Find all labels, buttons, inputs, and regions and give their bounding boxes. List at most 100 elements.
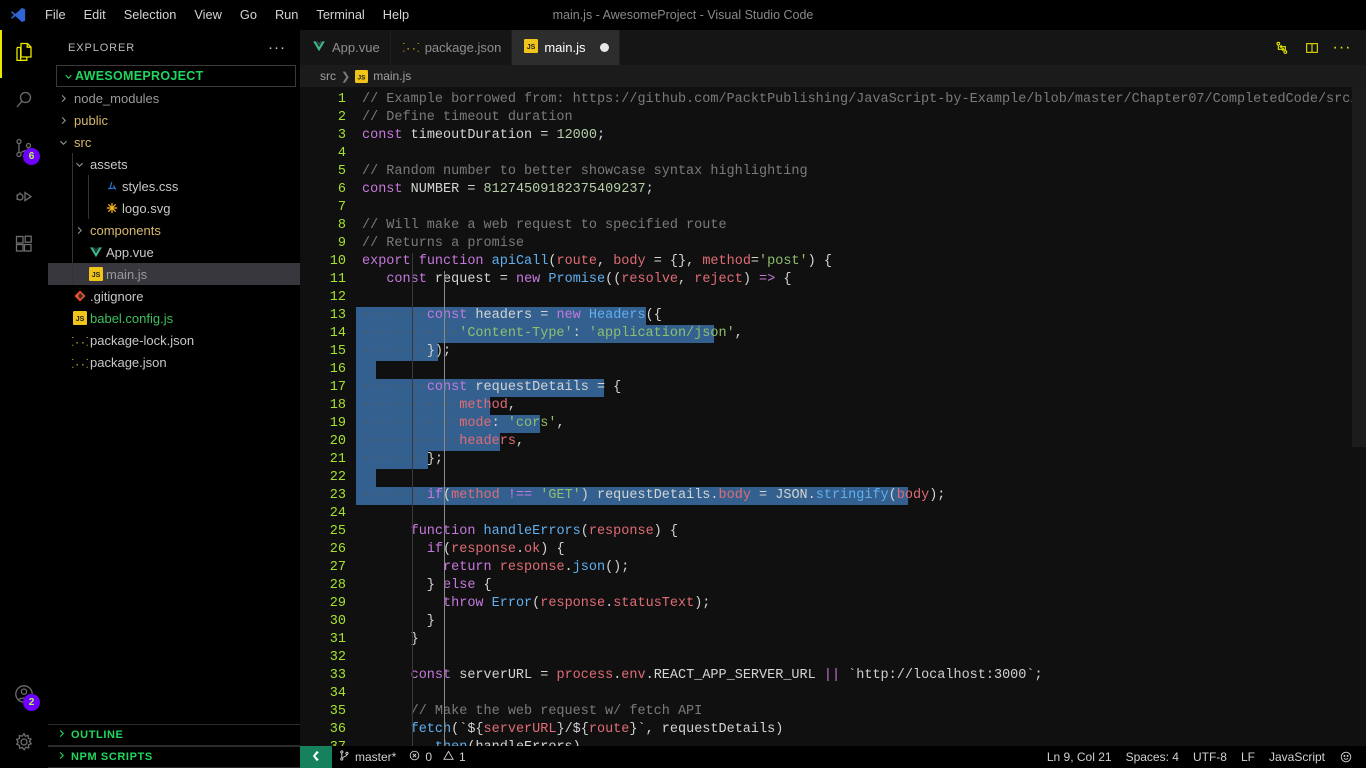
activity-extensions[interactable]	[0, 222, 48, 270]
menu-bar[interactable]: File Edit Selection View Go Run Terminal…	[36, 0, 418, 30]
line-number: 34	[329, 686, 346, 701]
tree-item-node-modules[interactable]: node_modules	[48, 87, 300, 109]
search-icon	[12, 88, 36, 117]
tab-dirty-indicator[interactable]	[599, 43, 609, 52]
code-token: };	[426, 452, 444, 467]
menu-run[interactable]: Run	[266, 0, 307, 30]
code-token: json	[572, 560, 606, 575]
editor-vertical-scrollbar[interactable]	[1352, 87, 1366, 447]
section-npm-scripts[interactable]: NPM SCRIPTS	[48, 746, 300, 768]
tree-item--gitignore[interactable]: .gitignore	[48, 285, 300, 307]
code-line: return response.json();	[356, 559, 1366, 577]
code-token: 'Content-Type'	[459, 326, 573, 341]
line-number: 21	[329, 452, 346, 467]
explorer-root-folder[interactable]: AWESOMEPROJECT	[56, 65, 296, 87]
tree-item-components[interactable]: components	[48, 219, 300, 241]
code-token: ········	[362, 380, 427, 395]
status-remote-indicator[interactable]	[300, 746, 332, 768]
tree-item-babel-config-js[interactable]: JS babel.config.js	[48, 307, 300, 329]
code-token: )	[573, 740, 581, 746]
line-number: 18	[329, 398, 346, 413]
status-eol[interactable]: LF	[1234, 746, 1262, 768]
line-number: 4	[337, 146, 346, 161]
code-editor[interactable]: 1 2 3 4 5 6 7 8 9 10 11 12 13 14 15 16 17 18 19 20 21 22 23 24 2…	[300, 87, 1366, 746]
tree-item-src[interactable]: src	[48, 131, 300, 153]
code-line: ············headers,	[356, 433, 1366, 451]
menu-help[interactable]: Help	[374, 0, 418, 30]
menu-edit[interactable]: Edit	[75, 0, 115, 30]
tree-item-package-lock-json[interactable]: {..}package-lock.json	[48, 329, 300, 351]
split-editor-icon[interactable]	[1298, 30, 1326, 65]
line-number: 15	[329, 344, 346, 359]
menu-file[interactable]: File	[36, 0, 75, 30]
activity-explorer[interactable]	[0, 30, 48, 78]
code-token: );	[694, 596, 711, 611]
breadcrumb-src[interactable]: src	[320, 69, 336, 83]
code-token: reject	[694, 272, 743, 287]
sidebar-more-actions-icon[interactable]: ···	[262, 40, 292, 55]
activity-manage[interactable]	[0, 720, 48, 768]
status-problems[interactable]: 0 1	[402, 746, 471, 768]
status-encoding[interactable]: UTF-8	[1186, 746, 1234, 768]
tree-item-label: assets	[90, 156, 128, 172]
code-line: ········};	[356, 451, 1366, 469]
line-number: 35	[329, 704, 346, 719]
code-token: function	[418, 254, 484, 269]
activity-run-debug[interactable]	[0, 174, 48, 222]
menu-view[interactable]: View	[185, 0, 231, 30]
status-indentation[interactable]: Spaces: 4	[1119, 746, 1186, 768]
code-token: response	[540, 596, 606, 611]
tree-item-main-js[interactable]: JS main.js	[48, 263, 300, 285]
code-token: ok	[524, 542, 541, 557]
code-token: :	[572, 326, 589, 341]
activity-source-control[interactable]: 6	[0, 126, 48, 174]
code-token: // Example borrowed from: https://github…	[362, 92, 1366, 107]
code-line: if(response.ok) {	[356, 541, 1366, 559]
code-token: mode	[459, 416, 492, 431]
status-cursor-position[interactable]: Ln 9, Col 21	[1040, 746, 1119, 768]
tree-item-label: .gitignore	[90, 288, 144, 304]
status-language-mode[interactable]: JavaScript	[1262, 746, 1332, 768]
tree-item-logo-svg[interactable]: logo.svg	[48, 197, 300, 219]
files-icon	[12, 40, 36, 69]
menu-terminal[interactable]: Terminal	[307, 0, 373, 30]
menu-go[interactable]: Go	[231, 0, 266, 30]
tree-item-public[interactable]: public	[48, 109, 300, 131]
tab-app-vue[interactable]: App.vue	[300, 30, 391, 65]
section-outline[interactable]: OUTLINE	[48, 724, 300, 746]
line-number: 7	[337, 200, 346, 215]
code-token: handleErrors	[483, 524, 581, 539]
status-branch[interactable]: master*	[332, 746, 402, 768]
activity-accounts[interactable]: 2	[0, 672, 48, 720]
code-token: 12000	[556, 128, 597, 143]
smiley-icon[interactable]	[1332, 746, 1360, 768]
tree-item-assets[interactable]: assets	[48, 153, 300, 175]
split-editor-down-icon[interactable]	[1268, 30, 1296, 65]
code-token: // Make the web request w/ fetch API	[410, 704, 703, 719]
chevron-right-icon	[56, 93, 70, 104]
activity-search[interactable]	[0, 78, 48, 126]
tab-package-json[interactable]: {..} package.json	[390, 30, 513, 65]
tree-item-app-vue[interactable]: App.vue	[48, 241, 300, 263]
more-actions-icon[interactable]: ···	[1328, 30, 1356, 65]
tree-item-styles-css[interactable]: ム styles.css	[48, 175, 300, 197]
line-number: 31	[329, 632, 346, 647]
code-token: .	[605, 596, 614, 611]
code-content[interactable]: // Example borrowed from: https://github…	[356, 87, 1366, 746]
code-token: method	[702, 254, 751, 269]
tree-item-package-json[interactable]: {..}package.json	[48, 351, 300, 373]
menu-selection[interactable]: Selection	[115, 0, 186, 30]
line-number: 27	[329, 560, 346, 575]
tab-main-js[interactable]: JS main.js	[512, 30, 620, 65]
code-token: new	[556, 308, 581, 323]
code-token: =	[750, 254, 760, 269]
code-token: headers	[459, 434, 516, 449]
vue-icon	[86, 245, 106, 259]
breadcrumb-main-js[interactable]: main.js	[373, 69, 411, 83]
